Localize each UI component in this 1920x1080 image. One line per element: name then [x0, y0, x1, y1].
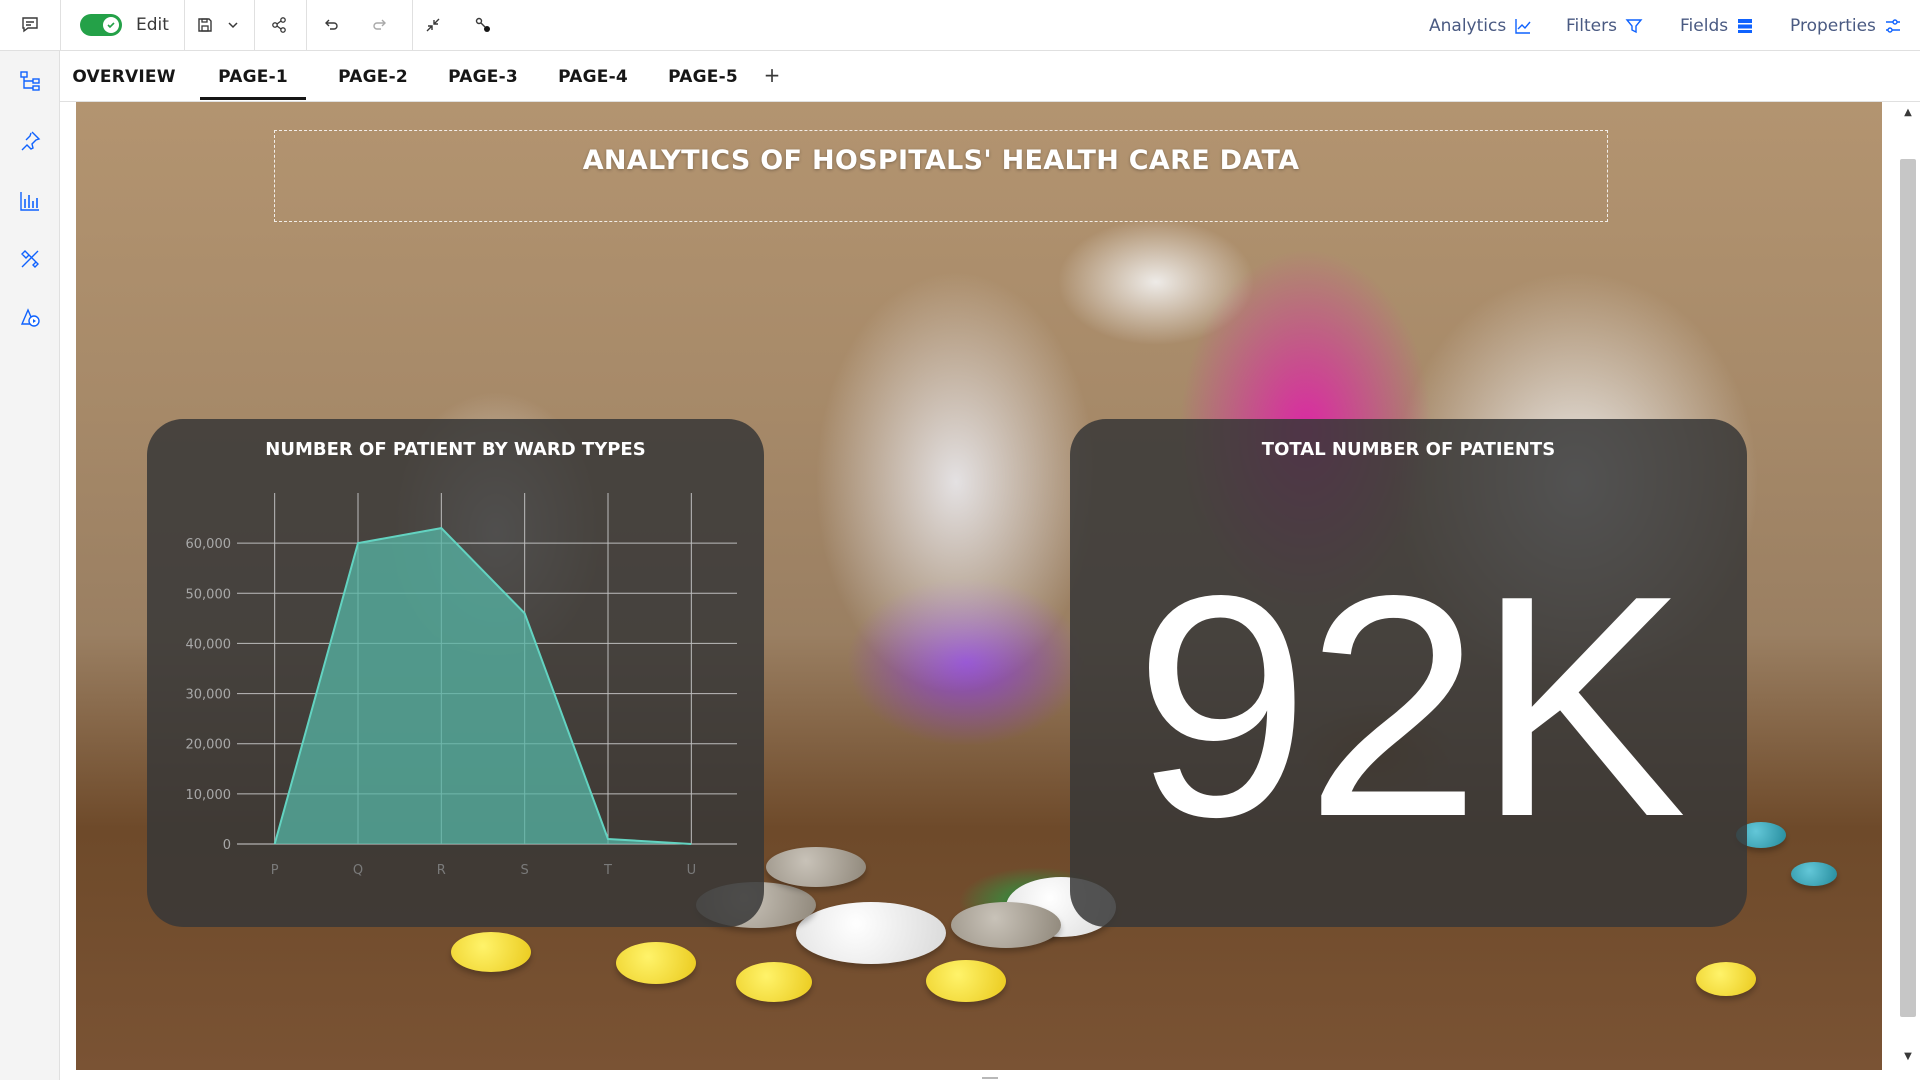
checkmark-icon	[103, 17, 119, 33]
y-tick-label: 40,000	[186, 637, 232, 652]
chevron-down-icon[interactable]	[222, 8, 244, 42]
toolbar-divider	[254, 0, 255, 51]
tab-page-2[interactable]: PAGE-2	[326, 51, 420, 102]
save-icon[interactable]	[188, 8, 222, 42]
connect-icon[interactable]	[466, 8, 500, 42]
area-series	[274, 528, 692, 844]
redo-icon[interactable]	[363, 8, 397, 42]
patients-by-ward-card[interactable]: NUMBER OF PATIENT BY WARD TYPES 0 10,000 2…	[147, 419, 764, 927]
edit-mode-label: Edit	[136, 15, 169, 35]
y-tick-label: 20,000	[186, 738, 232, 753]
pin-icon[interactable]	[12, 123, 48, 159]
x-tick-label: S	[521, 863, 529, 878]
toolbar-divider	[60, 0, 61, 51]
analytics-label: Analytics	[1429, 15, 1507, 36]
vertical-scrollbar[interactable]: ▲ ▼	[1896, 102, 1920, 1070]
add-tab-button[interactable]: +	[760, 63, 784, 87]
scroll-down-icon[interactable]: ▼	[1901, 1050, 1915, 1064]
total-patients-card[interactable]: TOTAL NUMBER OF PATIENTS 92K	[1070, 419, 1747, 927]
fields-icon	[1738, 18, 1753, 33]
tab-page-1[interactable]: PAGE-1	[200, 51, 306, 102]
x-tick-label: Q	[353, 863, 363, 878]
properties-menu-button[interactable]: Properties	[1790, 0, 1902, 51]
bar-chart-icon[interactable]	[12, 183, 48, 219]
tab-page-5[interactable]: PAGE-5	[656, 51, 750, 102]
analytics-chart-icon	[1515, 18, 1531, 34]
dashboard-title: ANALYTICS OF HOSPITALS' HEALTH CARE DATA	[582, 145, 1300, 176]
toolbar-divider	[412, 0, 413, 51]
toolbar-divider	[184, 0, 185, 51]
page-tabs: OVERVIEW PAGE-1 PAGE-2 PAGE-3 PAGE-4 PAG…	[60, 51, 1920, 102]
y-tick-label: 0	[223, 838, 231, 853]
top-toolbar: Edit Analytics Filters Fields Properties	[0, 0, 1920, 51]
y-tick-label: 60,000	[186, 537, 232, 552]
tab-overview[interactable]: OVERVIEW	[72, 51, 175, 102]
comment-icon[interactable]	[13, 8, 47, 42]
scrollbar-thumb[interactable]	[1900, 159, 1916, 1017]
dashboard-title-box[interactable]: ANALYTICS OF HOSPITALS' HEALTH CARE DATA	[274, 130, 1608, 222]
undo-icon[interactable]	[314, 8, 348, 42]
shapes-media-icon[interactable]	[12, 299, 48, 335]
fields-menu-button[interactable]: Fields	[1680, 0, 1754, 51]
fields-label: Fields	[1680, 15, 1729, 36]
collapse-icon[interactable]	[416, 8, 450, 42]
filters-menu-button[interactable]: Filters	[1566, 0, 1643, 51]
dashboard-canvas: ANALYTICS OF HOSPITALS' HEALTH CARE DATA…	[76, 102, 1882, 1070]
navigation-tree-icon[interactable]	[12, 63, 48, 99]
x-tick-label: U	[687, 863, 697, 878]
scroll-up-icon[interactable]: ▲	[1901, 106, 1915, 120]
tab-page-3[interactable]: PAGE-3	[436, 51, 530, 102]
properties-sliders-icon	[1885, 18, 1900, 33]
kpi-title: TOTAL NUMBER OF PATIENTS	[1261, 439, 1556, 460]
tab-page-4[interactable]: PAGE-4	[546, 51, 640, 102]
edit-mode-toggle[interactable]	[80, 14, 122, 36]
tools-icon[interactable]	[12, 241, 48, 277]
kpi-value: 92K	[1134, 530, 1686, 882]
filter-icon	[1625, 18, 1643, 33]
y-tick-label: 30,000	[186, 688, 232, 703]
x-tick-label: T	[603, 863, 612, 878]
y-tick-label: 50,000	[186, 587, 232, 602]
filters-label: Filters	[1566, 15, 1617, 36]
toolbar-divider	[306, 0, 307, 51]
resize-handle-icon[interactable]	[980, 1070, 1000, 1080]
x-tick-label: P	[271, 863, 279, 878]
x-tick-label: R	[437, 863, 446, 878]
y-tick-label: 10,000	[186, 788, 232, 803]
left-sidebar	[0, 51, 60, 1080]
properties-label: Properties	[1790, 15, 1876, 36]
analytics-menu-button[interactable]: Analytics	[1429, 0, 1532, 51]
area-chart: 0 10,000 20,000 30,000 40,000 50,000 60,000 P Q R…	[186, 493, 737, 878]
share-icon[interactable]	[262, 8, 296, 42]
